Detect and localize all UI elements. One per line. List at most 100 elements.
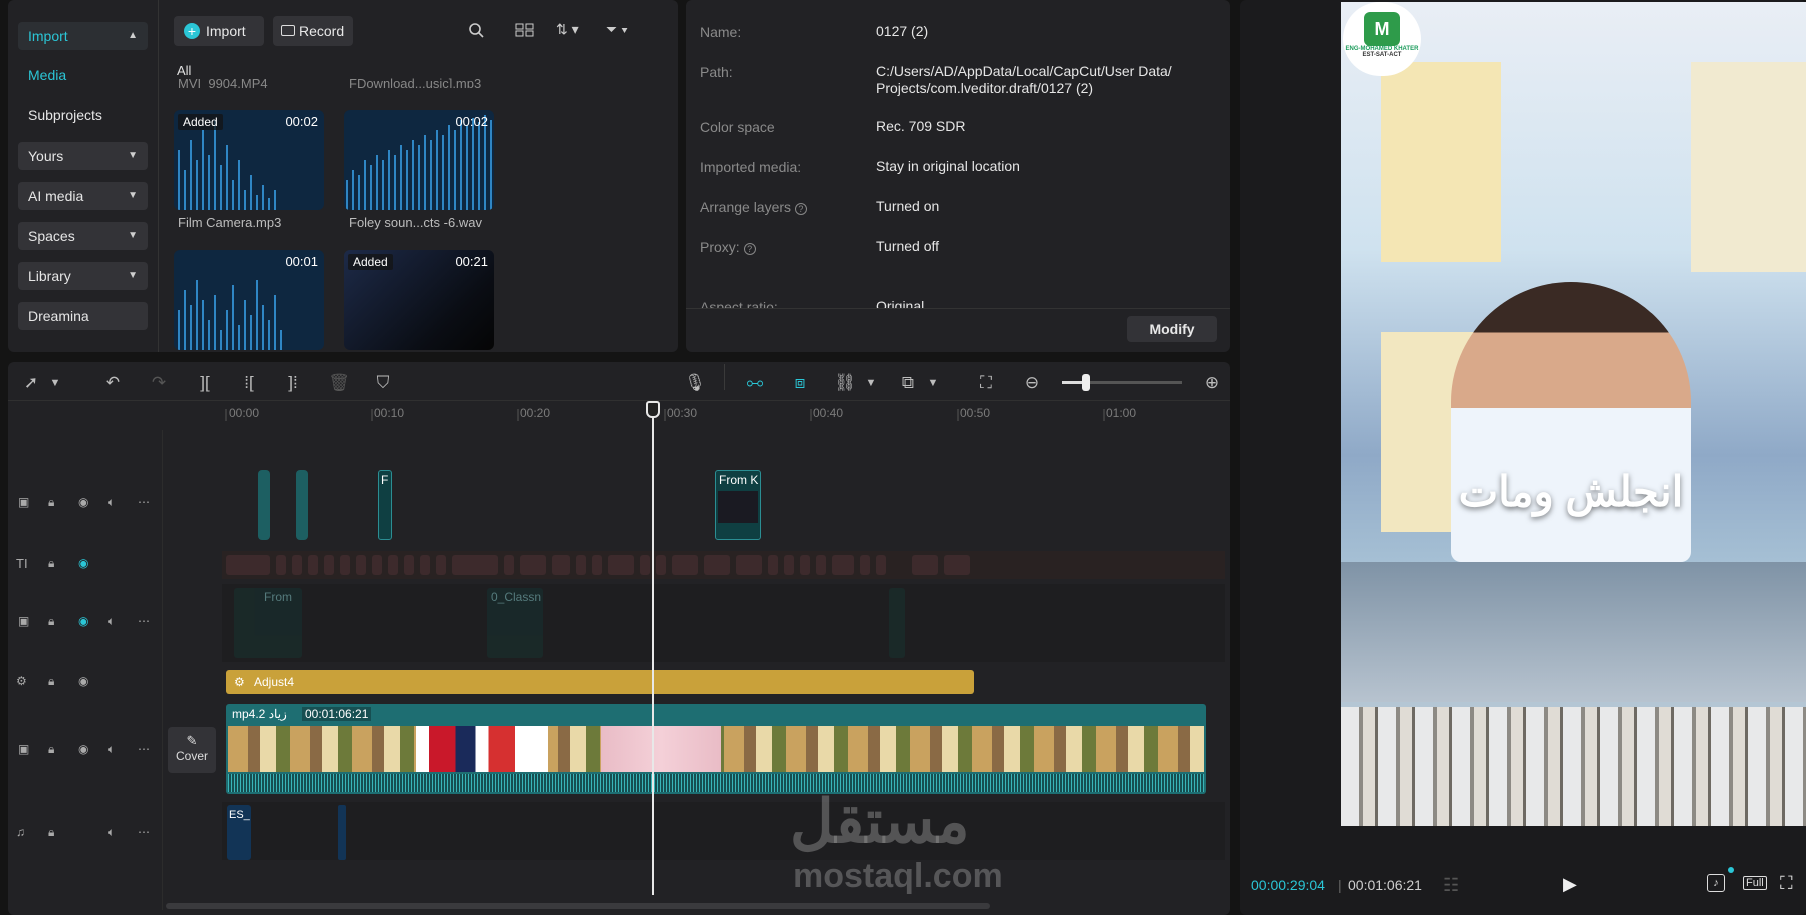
- overlay-clip[interactable]: [296, 470, 308, 540]
- chevron-down-icon: ▼: [128, 190, 138, 201]
- lock-icon[interactable]: 🔒︎: [48, 742, 54, 757]
- more-icon[interactable]: ⋯: [138, 742, 150, 756]
- clip-thumb: [718, 491, 758, 523]
- timeline-scrollbar[interactable]: [166, 903, 990, 909]
- media-item-name: Foley soun...cts -6.wav: [349, 215, 482, 230]
- redo-icon[interactable]: ↷: [146, 370, 172, 396]
- split-left-icon[interactable]: ⁞[: [236, 370, 262, 396]
- media-thumb-film-camera[interactable]: Added 00:02: [174, 110, 324, 210]
- auto-snap-icon[interactable]: ⧈: [787, 370, 813, 396]
- nav-library[interactable]: Library ▼: [18, 262, 148, 290]
- modify-button[interactable]: Modify: [1127, 316, 1217, 342]
- playhead[interactable]: [652, 401, 654, 895]
- more-icon[interactable]: ⋯: [138, 495, 150, 509]
- zoom-out-icon[interactable]: ⊖: [1019, 370, 1045, 396]
- timeline-view-icon[interactable]: ☷: [1443, 875, 1459, 896]
- notification-dot: [1728, 867, 1734, 873]
- eye-icon[interactable]: ◉: [78, 742, 88, 756]
- volume-icon[interactable]: 🔈︎: [108, 742, 115, 757]
- overlay-clip-from[interactable]: From: [234, 588, 302, 658]
- marker-icon[interactable]: ⛉: [370, 370, 396, 396]
- nav-ai-media-label: AI media: [28, 188, 84, 204]
- brand-logo: M ENG-MOHAMED KHATER EST-SAT-ACT: [1343, 2, 1421, 76]
- nav-subprojects[interactable]: Subprojects: [28, 107, 102, 123]
- info-icon[interactable]: ?: [794, 203, 807, 215]
- link-icon[interactable]: ⛓: [832, 370, 858, 396]
- overlay-clip-f[interactable]: F: [378, 470, 392, 540]
- nav-dreamina[interactable]: Dreamina: [18, 302, 148, 330]
- adjust-clip[interactable]: ⚙ Adjust4: [226, 670, 974, 694]
- nav-import[interactable]: Import ▲: [18, 22, 148, 50]
- eye-icon[interactable]: ◉: [78, 556, 88, 570]
- eye-icon[interactable]: ◉: [78, 674, 88, 688]
- more-icon[interactable]: ⋯: [138, 825, 150, 839]
- media-thumb-audio[interactable]: 00:01: [174, 250, 324, 350]
- lock-icon[interactable]: 🔒︎: [48, 556, 54, 571]
- cover-button[interactable]: ✎ Cover: [168, 727, 216, 773]
- audio-clip[interactable]: [338, 805, 346, 860]
- overlay-clip[interactable]: [258, 470, 270, 540]
- chevron-down-icon: ▼: [128, 150, 138, 161]
- more-icon[interactable]: ⋯: [138, 614, 150, 628]
- volume-icon[interactable]: 🔈︎: [108, 495, 115, 510]
- chevron-down-icon[interactable]: ▼: [42, 370, 68, 396]
- volume-icon[interactable]: 🔈︎: [108, 614, 115, 629]
- text-clip-strip: [226, 555, 970, 575]
- chevron-down-icon[interactable]: ▼: [858, 370, 884, 396]
- split-icon[interactable]: ][: [192, 370, 218, 396]
- split-right-icon[interactable]: ]⁞: [280, 370, 306, 396]
- microphone-icon[interactable]: 🎙: [682, 370, 708, 396]
- main-track-magnet-icon[interactable]: ⧟: [742, 370, 768, 396]
- tiktok-icon[interactable]: ♪: [1707, 874, 1725, 892]
- chevron-down-icon[interactable]: ▼: [920, 370, 946, 396]
- lock-icon[interactable]: 🔒︎: [48, 674, 54, 689]
- lock-icon[interactable]: 🔒︎: [48, 495, 54, 510]
- search-icon[interactable]: [468, 22, 484, 38]
- nav-ai-media[interactable]: AI media ▼: [18, 182, 148, 210]
- detail-path-label: Path:: [700, 64, 733, 80]
- zoom-slider[interactable]: [1062, 374, 1182, 391]
- import-button[interactable]: + Import: [174, 16, 264, 46]
- media-item-name: Film Camera.mp3: [178, 215, 282, 230]
- lock-icon[interactable]: 🔒︎: [48, 614, 54, 629]
- text-clips[interactable]: [226, 555, 976, 575]
- detail-aspect-value: Original: [876, 298, 925, 308]
- aspect-ratio-button[interactable]: Full: [1743, 876, 1767, 890]
- nav-spaces[interactable]: Spaces ▼: [18, 222, 148, 250]
- timeline-ruler[interactable]: 00:00 00:10 00:20 00:30 00:40 00:50 01:0…: [225, 401, 1225, 423]
- volume-icon[interactable]: 🔈︎: [108, 825, 115, 840]
- nav-yours[interactable]: Yours ▼: [18, 142, 148, 170]
- eye-icon[interactable]: ◉: [78, 614, 88, 628]
- delete-icon[interactable]: 🗑: [326, 370, 352, 396]
- media-thumb-video[interactable]: Added 00:21: [344, 250, 494, 350]
- filter-icon[interactable]: ⏷ ▾: [606, 21, 628, 38]
- clip-label: Adjust4: [254, 675, 295, 689]
- nav-library-label: Library: [28, 268, 71, 284]
- overlay-clip-fromk[interactable]: From K: [715, 470, 761, 540]
- fit-screen-icon[interactable]: ⛶: [973, 370, 999, 396]
- eye-icon[interactable]: ◉: [78, 495, 88, 509]
- main-clip[interactable]: mp4.2 زياد 00:01:06:21: [226, 704, 1206, 794]
- info-icon[interactable]: ?: [743, 243, 756, 255]
- nav-media[interactable]: Media: [28, 67, 66, 83]
- play-icon[interactable]: ▶: [1563, 874, 1577, 895]
- grid-view-icon[interactable]: [515, 22, 535, 38]
- sort-icon[interactable]: ⇅ ▾: [556, 21, 579, 38]
- zoom-in-icon[interactable]: ⊕: [1199, 370, 1225, 396]
- select-tool-icon[interactable]: ➚: [18, 370, 44, 396]
- time-separator: |: [1338, 877, 1342, 893]
- media-thumb-foley[interactable]: 00:02: [344, 110, 494, 210]
- media-duration: 00:02: [285, 114, 318, 129]
- undo-icon[interactable]: ↶: [100, 370, 126, 396]
- record-button[interactable]: Record: [273, 16, 353, 46]
- detail-aspect-label: Aspect ratio:: [700, 299, 778, 308]
- overlay-clip-classn[interactable]: 0_Classn: [487, 588, 543, 658]
- playhead-handle[interactable]: [646, 401, 660, 418]
- fullscreen-icon[interactable]: ⛶: [1780, 873, 1793, 894]
- overlay-clip[interactable]: [889, 588, 905, 658]
- zoom-slider-handle[interactable]: [1082, 374, 1090, 391]
- preview-axis-icon[interactable]: ⧉: [895, 370, 921, 396]
- detail-arrange-text: Arrange layers: [700, 199, 792, 215]
- lock-icon[interactable]: 🔒︎: [48, 825, 54, 840]
- audio-clip-es[interactable]: ES_: [227, 805, 251, 860]
